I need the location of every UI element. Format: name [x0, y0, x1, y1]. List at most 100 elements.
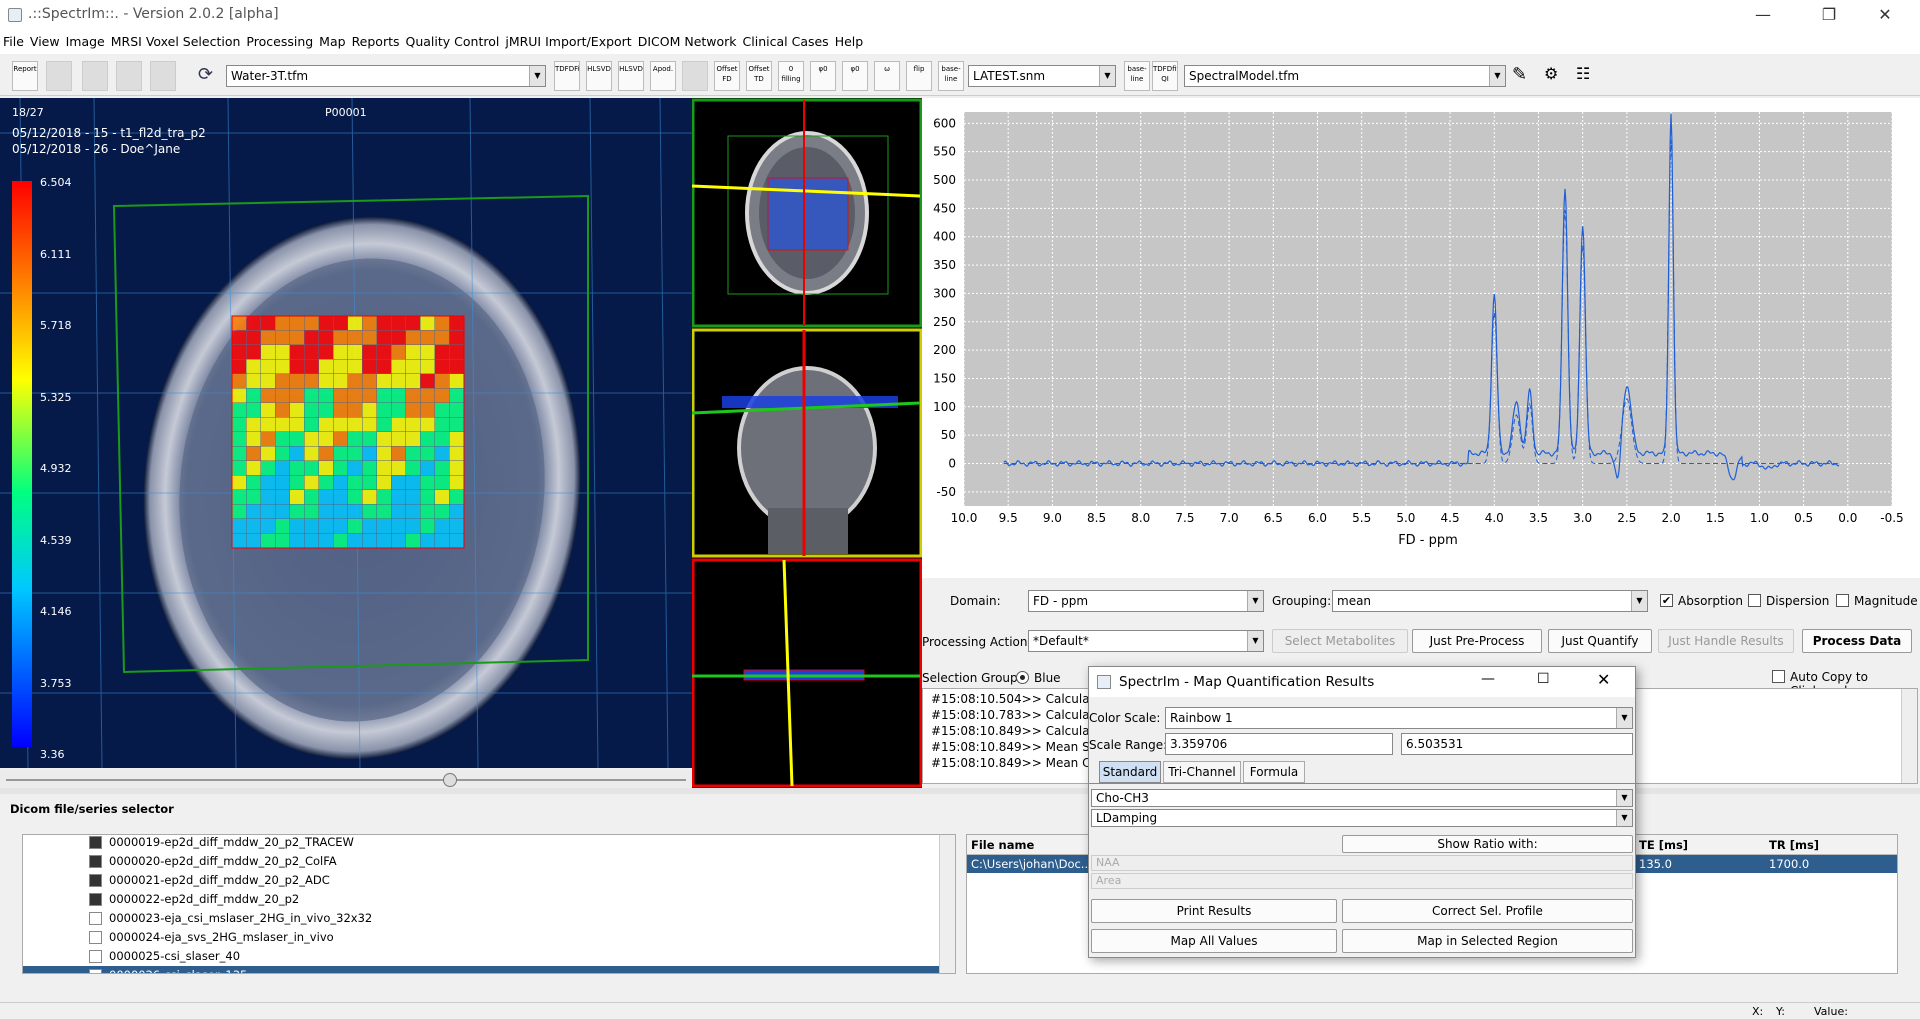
refresh-icon[interactable]: ⟳ — [198, 64, 220, 86]
hlsvd-icon[interactable]: HLSVD — [586, 61, 612, 91]
menu-clinical-cases[interactable]: Clinical Cases — [740, 30, 832, 53]
baseline-icon[interactable]: base-line — [938, 61, 964, 91]
grouping-select[interactable]: mean ▼ — [1332, 590, 1648, 612]
absorption-checkbox[interactable]: ✔ — [1660, 594, 1673, 607]
map-selected-region-button[interactable]: Map in Selected Region — [1342, 929, 1633, 953]
menu-dicom-network[interactable]: DICOM Network — [635, 30, 740, 53]
list-item[interactable]: 0000026-csi_slaser_135 — [23, 966, 941, 973]
just-quantify-button[interactable]: Just Quantify — [1548, 629, 1652, 653]
grouping-label: Grouping: — [1272, 594, 1332, 608]
list-item[interactable]: 0000019-ep2d_diff_mddw_20_p2_TRACEW — [23, 835, 941, 852]
baseline2-icon[interactable]: base-line — [1124, 61, 1150, 91]
series-scrollbar[interactable] — [939, 835, 955, 973]
checklist-icon[interactable]: ☷ — [1576, 64, 1598, 88]
grid-icon[interactable] — [116, 61, 142, 91]
grid-icon[interactable] — [150, 61, 176, 91]
ratio-param-select[interactable]: Area — [1091, 873, 1633, 889]
list-item[interactable]: 0000024-eja_svs_2HG_mslaser_in_vivo — [23, 928, 941, 947]
list-item[interactable]: 0000025-csi_slaser_40 — [23, 947, 941, 966]
toolbar: Report TDFDFit HLSVD HLSVD Apod. Offset FD Off… — [0, 56, 1920, 96]
menu-jmrui-import-export[interactable]: jMRUI Import/Export — [502, 30, 634, 53]
zero-filling-icon[interactable]: 0 filling — [778, 61, 804, 91]
menu-processing[interactable]: Processing — [243, 30, 316, 53]
metabolite-select[interactable]: Cho-CH3 ▼ — [1091, 789, 1633, 807]
omega-icon[interactable]: ω — [874, 61, 900, 91]
flip-icon[interactable]: flip — [906, 61, 932, 91]
y-tick-label: 300 — [933, 286, 956, 300]
menu-image[interactable]: Image — [63, 30, 108, 53]
slider-thumb[interactable] — [443, 773, 457, 787]
dispersion-checkbox[interactable] — [1748, 594, 1761, 607]
report-icon[interactable]: Report — [12, 61, 38, 91]
grid-icon[interactable] — [82, 61, 108, 91]
print-results-button[interactable]: Print Results — [1091, 899, 1337, 923]
slice-slider[interactable] — [0, 770, 692, 790]
phase0-icon[interactable]: φ0 — [810, 61, 836, 91]
menu-map[interactable]: Map — [316, 30, 348, 53]
phase1-icon[interactable]: φ0 — [842, 61, 868, 91]
menu-view[interactable]: View — [27, 30, 63, 53]
menu-help[interactable]: Help — [832, 30, 867, 53]
grid-icon[interactable] — [46, 61, 72, 91]
qi-icon[interactable]: TDFDfit QI — [1152, 61, 1178, 91]
offset-td-icon[interactable]: Offset TD — [746, 61, 772, 91]
select-metabolites-button[interactable]: Select Metabolites — [1272, 629, 1408, 653]
apod-icon[interactable]: Apod. — [650, 61, 676, 91]
blue-group-radio[interactable] — [1016, 671, 1029, 684]
menu-reports[interactable]: Reports — [349, 30, 403, 53]
restore-button[interactable]: ❐ — [1806, 0, 1852, 30]
series-tree[interactable]: 0000019-ep2d_diff_mddw_20_p2_TRACEW 00000… — [22, 834, 956, 974]
just-handle-results-button[interactable]: Just Handle Results — [1658, 629, 1794, 653]
show-ratio-button[interactable]: Show Ratio with: — [1342, 835, 1633, 853]
patient-id: P00001 — [325, 106, 367, 119]
series-label: 0000026-csi_slaser_135 — [109, 968, 247, 973]
snm-file-select[interactable]: LATEST.snm ▼ — [968, 65, 1116, 87]
x-tick-label: 8.5 — [1087, 511, 1106, 525]
close-button[interactable]: ✕ — [1862, 0, 1908, 30]
range-min-input[interactable]: 3.359706 — [1165, 733, 1393, 755]
dialog-maximize-button[interactable]: ☐ — [1537, 671, 1550, 687]
tab-tri-channel[interactable]: Tri-Channel — [1163, 761, 1241, 783]
color-scale-select[interactable]: Rainbow 1 ▼ — [1165, 707, 1633, 729]
hlsvd2-icon[interactable]: HLSVD — [618, 61, 644, 91]
ratio-metabolite-select[interactable]: NAA — [1091, 855, 1633, 871]
tdfdfit-icon[interactable]: TDFDFit — [554, 61, 580, 91]
mri-canvas — [0, 98, 692, 768]
list-item[interactable]: 0000022-ep2d_diff_mddw_20_p2 — [23, 890, 941, 909]
correct-profile-button[interactable]: Correct Sel. Profile — [1342, 899, 1633, 923]
auto-copy-checkbox[interactable] — [1772, 670, 1785, 683]
x-tick-label: 4.5 — [1441, 511, 1460, 525]
spectrum-chart[interactable]: 10.0 9.5 9.0 8.5 8.0 7.5 7.0 6.5 6.0 5.5 5.0 4.5 4.0… — [922, 98, 1920, 578]
log-scrollbar[interactable] — [1901, 689, 1917, 783]
minimize-button[interactable]: — — [1740, 0, 1786, 30]
dialog-close-button[interactable]: ✕ — [1597, 670, 1610, 689]
edit-icon[interactable]: ✎ — [1512, 64, 1534, 88]
menu-mrsi-voxel-selection[interactable]: MRSI Voxel Selection — [108, 30, 244, 53]
mri-image-view[interactable]: 18/27 P00001 05/12/2018 - 15 - t1_fl2d_t… — [0, 98, 692, 768]
process-data-button[interactable]: Process Data — [1802, 629, 1912, 653]
menu-quality-control[interactable]: Quality Control — [403, 30, 503, 53]
just-preprocess-button[interactable]: Just Pre-Process — [1412, 629, 1542, 653]
menu-file[interactable]: File — [0, 30, 27, 53]
domain-select[interactable]: FD - ppm ▼ — [1028, 590, 1264, 612]
dialog-minimize-button[interactable]: — — [1481, 671, 1495, 687]
model-file-select[interactable]: Water-3T.tfm ▼ — [226, 65, 546, 87]
spectral-model-select[interactable]: SpectralModel.tfm ▼ — [1184, 65, 1506, 87]
offset-fd-icon[interactable]: Offset FD — [714, 61, 740, 91]
blank-icon[interactable] — [682, 61, 708, 91]
settings-icon[interactable]: ⚙ — [1544, 64, 1566, 88]
tab-formula[interactable]: Formula — [1243, 761, 1305, 783]
processing-action-select[interactable]: *Default* ▼ — [1028, 630, 1264, 652]
map-all-values-button[interactable]: Map All Values — [1091, 929, 1337, 953]
list-item[interactable]: 0000020-ep2d_diff_mddw_20_p2_ColFA — [23, 852, 941, 871]
range-max-input[interactable]: 6.503531 — [1401, 733, 1633, 755]
tab-standard[interactable]: Standard — [1099, 761, 1161, 783]
list-item[interactable]: 0000021-ep2d_diff_mddw_20_p2_ADC — [23, 871, 941, 890]
magnitude-checkbox[interactable] — [1836, 594, 1849, 607]
list-item[interactable]: 0000023-eja_csi_mslaser_2HG_in_vivo_32x3… — [23, 909, 941, 928]
series-icon — [89, 893, 102, 906]
map-quantification-dialog: SpectrIm - Map Quantification Results — … — [1088, 666, 1636, 958]
parameter-select[interactable]: LDamping ▼ — [1091, 809, 1633, 827]
status-y: Y: — [1776, 1005, 1785, 1018]
selection-group-value: Blue — [1034, 671, 1061, 685]
